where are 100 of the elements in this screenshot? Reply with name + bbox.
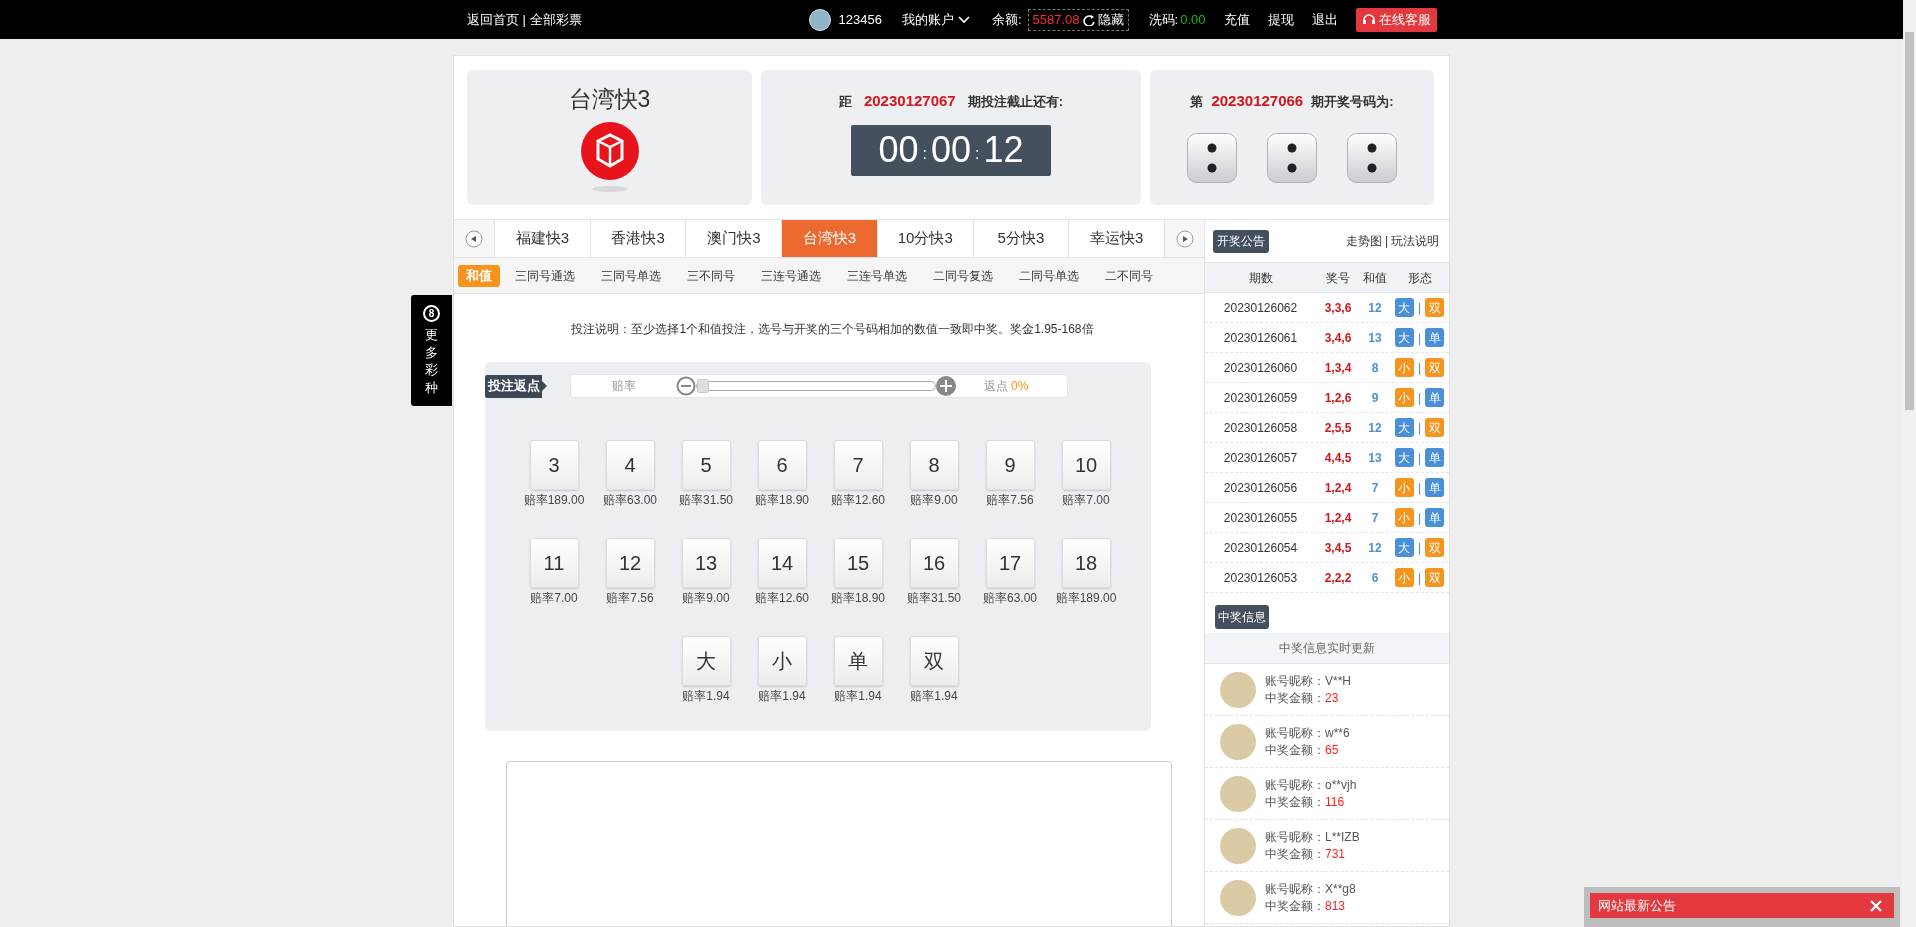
tag-separator: | (1417, 479, 1422, 497)
odds-text: 赔率1.94 (834, 688, 882, 705)
bet-number-button[interactable]: 大 (681, 636, 731, 686)
top-link[interactable]: 全部彩票 (529, 9, 582, 30)
tag-separator: | (1417, 329, 1422, 347)
game-tab[interactable]: 10分快3 (876, 220, 973, 257)
play-tab[interactable]: 二不同号 (1094, 264, 1164, 287)
odds-text: 赔率18.90 (831, 590, 885, 607)
numbers-cell-text: 2,5,5 (1323, 419, 1353, 437)
issue-cell-text: 20230126054 (1222, 539, 1299, 557)
game-tab[interactable]: 5分快3 (972, 220, 1069, 257)
play-tab[interactable]: 三同号单选 (590, 264, 672, 287)
top-action-link[interactable]: 退出 (1311, 9, 1338, 30)
bet-number-button[interactable]: 12 (605, 538, 655, 588)
nickname-label: 账号昵称： (1265, 724, 1325, 742)
bet-number-button[interactable]: 18 (1061, 538, 1111, 588)
play-tab[interactable]: 三连号单选 (836, 264, 918, 287)
bet-number-button[interactable]: 16 (909, 538, 959, 588)
top-action-link[interactable]: 提现 (1267, 9, 1294, 30)
column-header: 期数 (1247, 269, 1274, 287)
issue-cell-text: 20230126057 (1222, 449, 1299, 467)
nickname-label: 账号昵称： (1265, 672, 1325, 690)
user-avatar (808, 8, 831, 31)
amount-label: 中奖金额： (1265, 897, 1325, 915)
game-tab[interactable]: 幸运快3 (1068, 220, 1165, 257)
bet-number-button[interactable]: 7 (833, 440, 883, 490)
game-tab[interactable]: 香港快3 (589, 220, 686, 257)
slider-thumb[interactable] (697, 379, 709, 393)
hide-balance-button[interactable]: 隐藏 (1097, 9, 1124, 30)
bet-number-button[interactable]: 5 (681, 440, 731, 490)
bet-number-button[interactable]: 6 (757, 440, 807, 490)
play-tab[interactable]: 二同号复选 (922, 264, 1004, 287)
odds-label: 赔率 (610, 378, 637, 395)
numbers-cell-text: 4,4,5 (1323, 449, 1353, 467)
bet-number-button[interactable]: 14 (757, 538, 807, 588)
column-header: 形态 (1406, 269, 1433, 287)
numbers-cell-text: 3,4,6 (1323, 329, 1353, 347)
bet-number-button[interactable]: 17 (985, 538, 1035, 588)
online-service-button[interactable]: 在线客服 (1355, 7, 1437, 32)
bet-number-button[interactable]: 11 (529, 538, 579, 588)
bet-number-button[interactable]: 双 (909, 636, 959, 686)
avatar-placeholder (1220, 723, 1256, 760)
play-tab[interactable]: 三不同号 (676, 264, 746, 287)
game-tab[interactable]: 澳门快3 (685, 220, 782, 257)
game-tab[interactable]: 福建快3 (494, 220, 590, 257)
parity-tag: 单 (1425, 478, 1445, 497)
odds-text: 赔率189.00 (523, 492, 585, 509)
issue-cell-text: 20230126062 (1222, 299, 1299, 317)
sum-cell-text: 6 (1370, 569, 1380, 587)
bet-number-button[interactable]: 3 (529, 440, 579, 490)
plus-button-icon[interactable] (936, 376, 956, 396)
odds-text: 赔率1.94 (758, 688, 806, 705)
odds-text: 赔率9.00 (910, 492, 958, 509)
nickname-label: 账号昵称： (1265, 776, 1325, 794)
close-icon[interactable] (1870, 899, 1882, 912)
parity-tag: 单 (1425, 388, 1445, 407)
countdown-timer: 00:00:12 (851, 124, 1051, 176)
side-menu[interactable]: 8 更多彩种 (411, 295, 452, 406)
amount-label: 中奖金额： (1265, 741, 1325, 759)
notice-title: 网站最新公告 (1598, 896, 1676, 915)
tag-separator: | (1417, 449, 1422, 467)
bet-number-button[interactable]: 9 (985, 440, 1035, 490)
avatar-placeholder (1220, 879, 1256, 916)
rebate-value: 0% (1011, 378, 1029, 395)
top-action-link[interactable]: 充值 (1223, 9, 1250, 30)
bet-number-button[interactable]: 小 (757, 636, 807, 686)
bet-number-button[interactable]: 4 (605, 440, 655, 490)
bet-number-button[interactable]: 13 (681, 538, 731, 588)
bet-number-button[interactable]: 8 (909, 440, 959, 490)
sum-cell-text: 9 (1370, 389, 1380, 407)
parity-tag: 单 (1425, 508, 1445, 527)
panel-link[interactable]: 走势图 (1345, 232, 1382, 250)
refresh-icon[interactable] (1082, 13, 1095, 26)
play-tab[interactable]: 二同号单选 (1008, 264, 1090, 287)
nickname: V**H (1325, 672, 1351, 690)
size-tag: 小 (1394, 568, 1414, 587)
bet-number-button[interactable]: 10 (1061, 440, 1111, 490)
minus-button-icon[interactable] (676, 376, 696, 396)
draw-notice-tab[interactable]: 开奖公告 (1213, 229, 1269, 253)
game-title: 台湾快3 (568, 85, 651, 114)
bet-number-button[interactable]: 单 (833, 636, 883, 686)
slider-track[interactable] (696, 381, 936, 391)
winners-tab[interactable]: 中奖信息 (1215, 605, 1269, 629)
account-menu[interactable]: 我的账户 (901, 9, 970, 30)
win-amount: 23 (1325, 689, 1339, 707)
panel-link[interactable]: 玩法说明 (1391, 232, 1439, 250)
parity-tag: 双 (1425, 418, 1445, 437)
nickname-label: 账号昵称： (1265, 880, 1325, 898)
top-link[interactable]: 返回首页 (466, 9, 519, 30)
odds-text: 赔率12.60 (831, 492, 885, 509)
play-tab[interactable]: 三同号通选 (504, 264, 586, 287)
countdown-issue: 20230127067 (863, 91, 956, 111)
play-tab[interactable]: 三连号通选 (750, 264, 832, 287)
bet-number-button[interactable]: 15 (833, 538, 883, 588)
win-amount: 731 (1325, 845, 1346, 863)
avatar-placeholder (1220, 827, 1256, 864)
balance-label: 余额: (991, 10, 1022, 29)
tag-separator: | (1417, 389, 1422, 407)
result-prefix: 第 (1190, 92, 1204, 111)
result-issue: 20230127066 (1211, 91, 1304, 111)
